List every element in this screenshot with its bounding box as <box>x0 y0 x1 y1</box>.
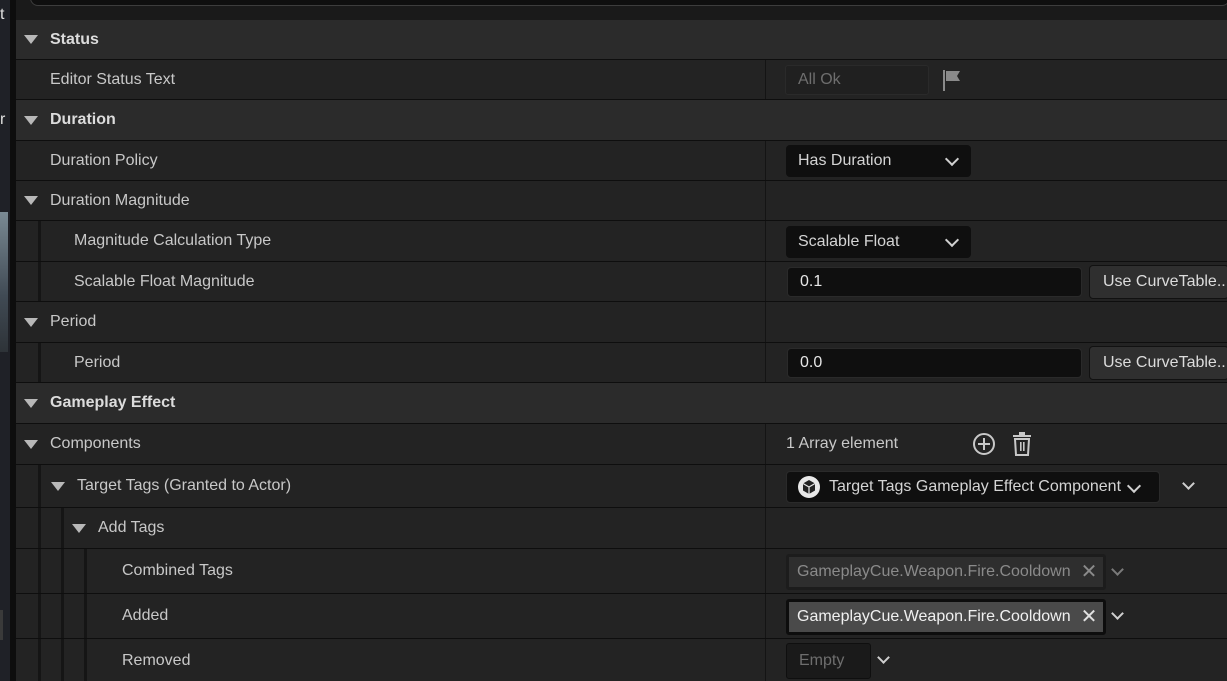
trash-icon[interactable] <box>1010 431 1034 457</box>
property-label: Magnitude Calculation Type <box>74 232 272 249</box>
group-label: Add Tags <box>98 519 165 536</box>
property-label: Target Tags (Granted to Actor) <box>77 477 292 494</box>
collapse-triangle-icon[interactable] <box>24 317 38 327</box>
viewport-thumbnail <box>0 212 8 352</box>
chevron-down-icon[interactable] <box>877 651 890 664</box>
close-icon: ✕ <box>1080 561 1098 583</box>
group-label: Duration Magnitude <box>50 191 190 209</box>
property-group-period[interactable]: Period <box>16 302 1227 343</box>
category-label: Duration <box>50 111 116 128</box>
category-gameplay-effect[interactable]: Gameplay Effect <box>16 383 1227 424</box>
collapse-triangle-icon[interactable] <box>24 439 38 449</box>
property-label: Removed <box>122 652 191 669</box>
dropdown-value: Target Tags Gameplay Effect Component <box>829 478 1122 495</box>
tag-label: GameplayCue.Weapon.Fire.Cooldown <box>797 608 1071 625</box>
collapse-triangle-icon[interactable] <box>51 481 65 491</box>
property-row-duration-policy: Duration Policy Has Duration <box>16 141 1227 181</box>
chevron-down-icon[interactable] <box>1111 607 1124 620</box>
chevron-down-icon <box>944 151 960 167</box>
search-input[interactable] <box>30 0 1227 6</box>
property-label: Scalable Float Magnitude <box>74 272 255 290</box>
flag-icon[interactable] <box>940 67 964 93</box>
empty-tag-container[interactable]: Empty <box>786 643 871 679</box>
property-label: Period <box>74 353 121 371</box>
collapse-triangle-icon[interactable] <box>24 35 38 44</box>
property-label: Editor Status Text <box>50 70 176 88</box>
property-group-add-tags[interactable]: Add Tags <box>16 508 1227 549</box>
left-text-fragment: r <box>0 111 6 128</box>
array-count: 1 Array element <box>786 435 899 452</box>
property-group-duration-magnitude[interactable]: Duration Magnitude <box>16 181 1227 221</box>
chevron-down-icon <box>1126 478 1142 494</box>
chevron-down-icon <box>1111 563 1124 576</box>
collapse-triangle-icon[interactable] <box>24 196 38 205</box>
property-label: Duration Policy <box>50 151 158 169</box>
component-class-dropdown[interactable]: Target Tags Gameplay Effect Component <box>786 471 1160 503</box>
property-row-target-tags[interactable]: Target Tags (Granted to Actor) Target Ta… <box>16 465 1227 508</box>
left-viewport-strip: t r <box>0 0 10 681</box>
use-curvetable-button[interactable]: Use CurveTable... <box>1089 346 1227 380</box>
group-label: Period <box>50 313 97 330</box>
dropdown-value: Has Duration <box>798 152 892 169</box>
dropdown-value: Scalable Float <box>798 233 900 250</box>
status-text-field: All Ok <box>785 65 929 95</box>
duration-policy-dropdown[interactable]: Has Duration <box>786 145 971 177</box>
property-row-editor-status-text: Editor Status Text All Ok <box>16 60 1227 100</box>
add-element-icon[interactable] <box>972 432 996 456</box>
gameplay-tag-chip: GameplayCue.Weapon.Fire.Cooldown ✕ <box>786 554 1106 590</box>
property-label: Components <box>50 435 141 452</box>
component-cube-icon <box>798 476 820 498</box>
property-row-combined-tags: Combined Tags GameplayCue.Weapon.Fire.Co… <box>16 549 1227 594</box>
chevron-down-icon <box>944 232 960 248</box>
category-status[interactable]: Status <box>16 20 1227 60</box>
period-number-input[interactable]: 0.0 <box>787 348 1082 378</box>
property-row-scalable-float-magnitude: Scalable Float Magnitude 0.1 Use CurveTa… <box>16 262 1227 302</box>
tag-label: GameplayCue.Weapon.Fire.Cooldown <box>797 563 1071 580</box>
viewport-edge <box>0 610 3 640</box>
property-row-magnitude-calculation-type: Magnitude Calculation Type Scalable Floa… <box>16 221 1227 262</box>
category-duration[interactable]: Duration <box>16 100 1227 141</box>
collapse-triangle-icon[interactable] <box>24 398 38 408</box>
property-label: Combined Tags <box>122 562 233 579</box>
gameplay-tag-chip[interactable]: GameplayCue.Weapon.Fire.Cooldown ✕ <box>786 599 1106 635</box>
details-panel: Status Editor Status Text All Ok Duratio… <box>16 0 1227 681</box>
left-text-fragment: t <box>0 6 5 23</box>
property-row-period: Period 0.0 Use CurveTable... <box>16 343 1227 383</box>
collapse-triangle-icon[interactable] <box>24 115 38 125</box>
use-curvetable-button[interactable]: Use CurveTable... <box>1089 265 1227 299</box>
property-row-components[interactable]: Components 1 Array element <box>16 424 1227 465</box>
magnitude-calculation-dropdown[interactable]: Scalable Float <box>786 226 971 258</box>
chevron-down-icon[interactable] <box>1182 477 1195 490</box>
property-row-added: Added GameplayCue.Weapon.Fire.Cooldown ✕ <box>16 594 1227 639</box>
collapse-triangle-icon[interactable] <box>72 523 86 533</box>
property-label: Added <box>122 607 169 624</box>
remove-tag-icon[interactable]: ✕ <box>1081 607 1098 627</box>
property-row-removed: Removed Empty <box>16 639 1227 681</box>
category-label: Status <box>50 30 99 48</box>
category-label: Gameplay Effect <box>50 394 176 411</box>
magnitude-number-input[interactable]: 0.1 <box>787 267 1082 297</box>
